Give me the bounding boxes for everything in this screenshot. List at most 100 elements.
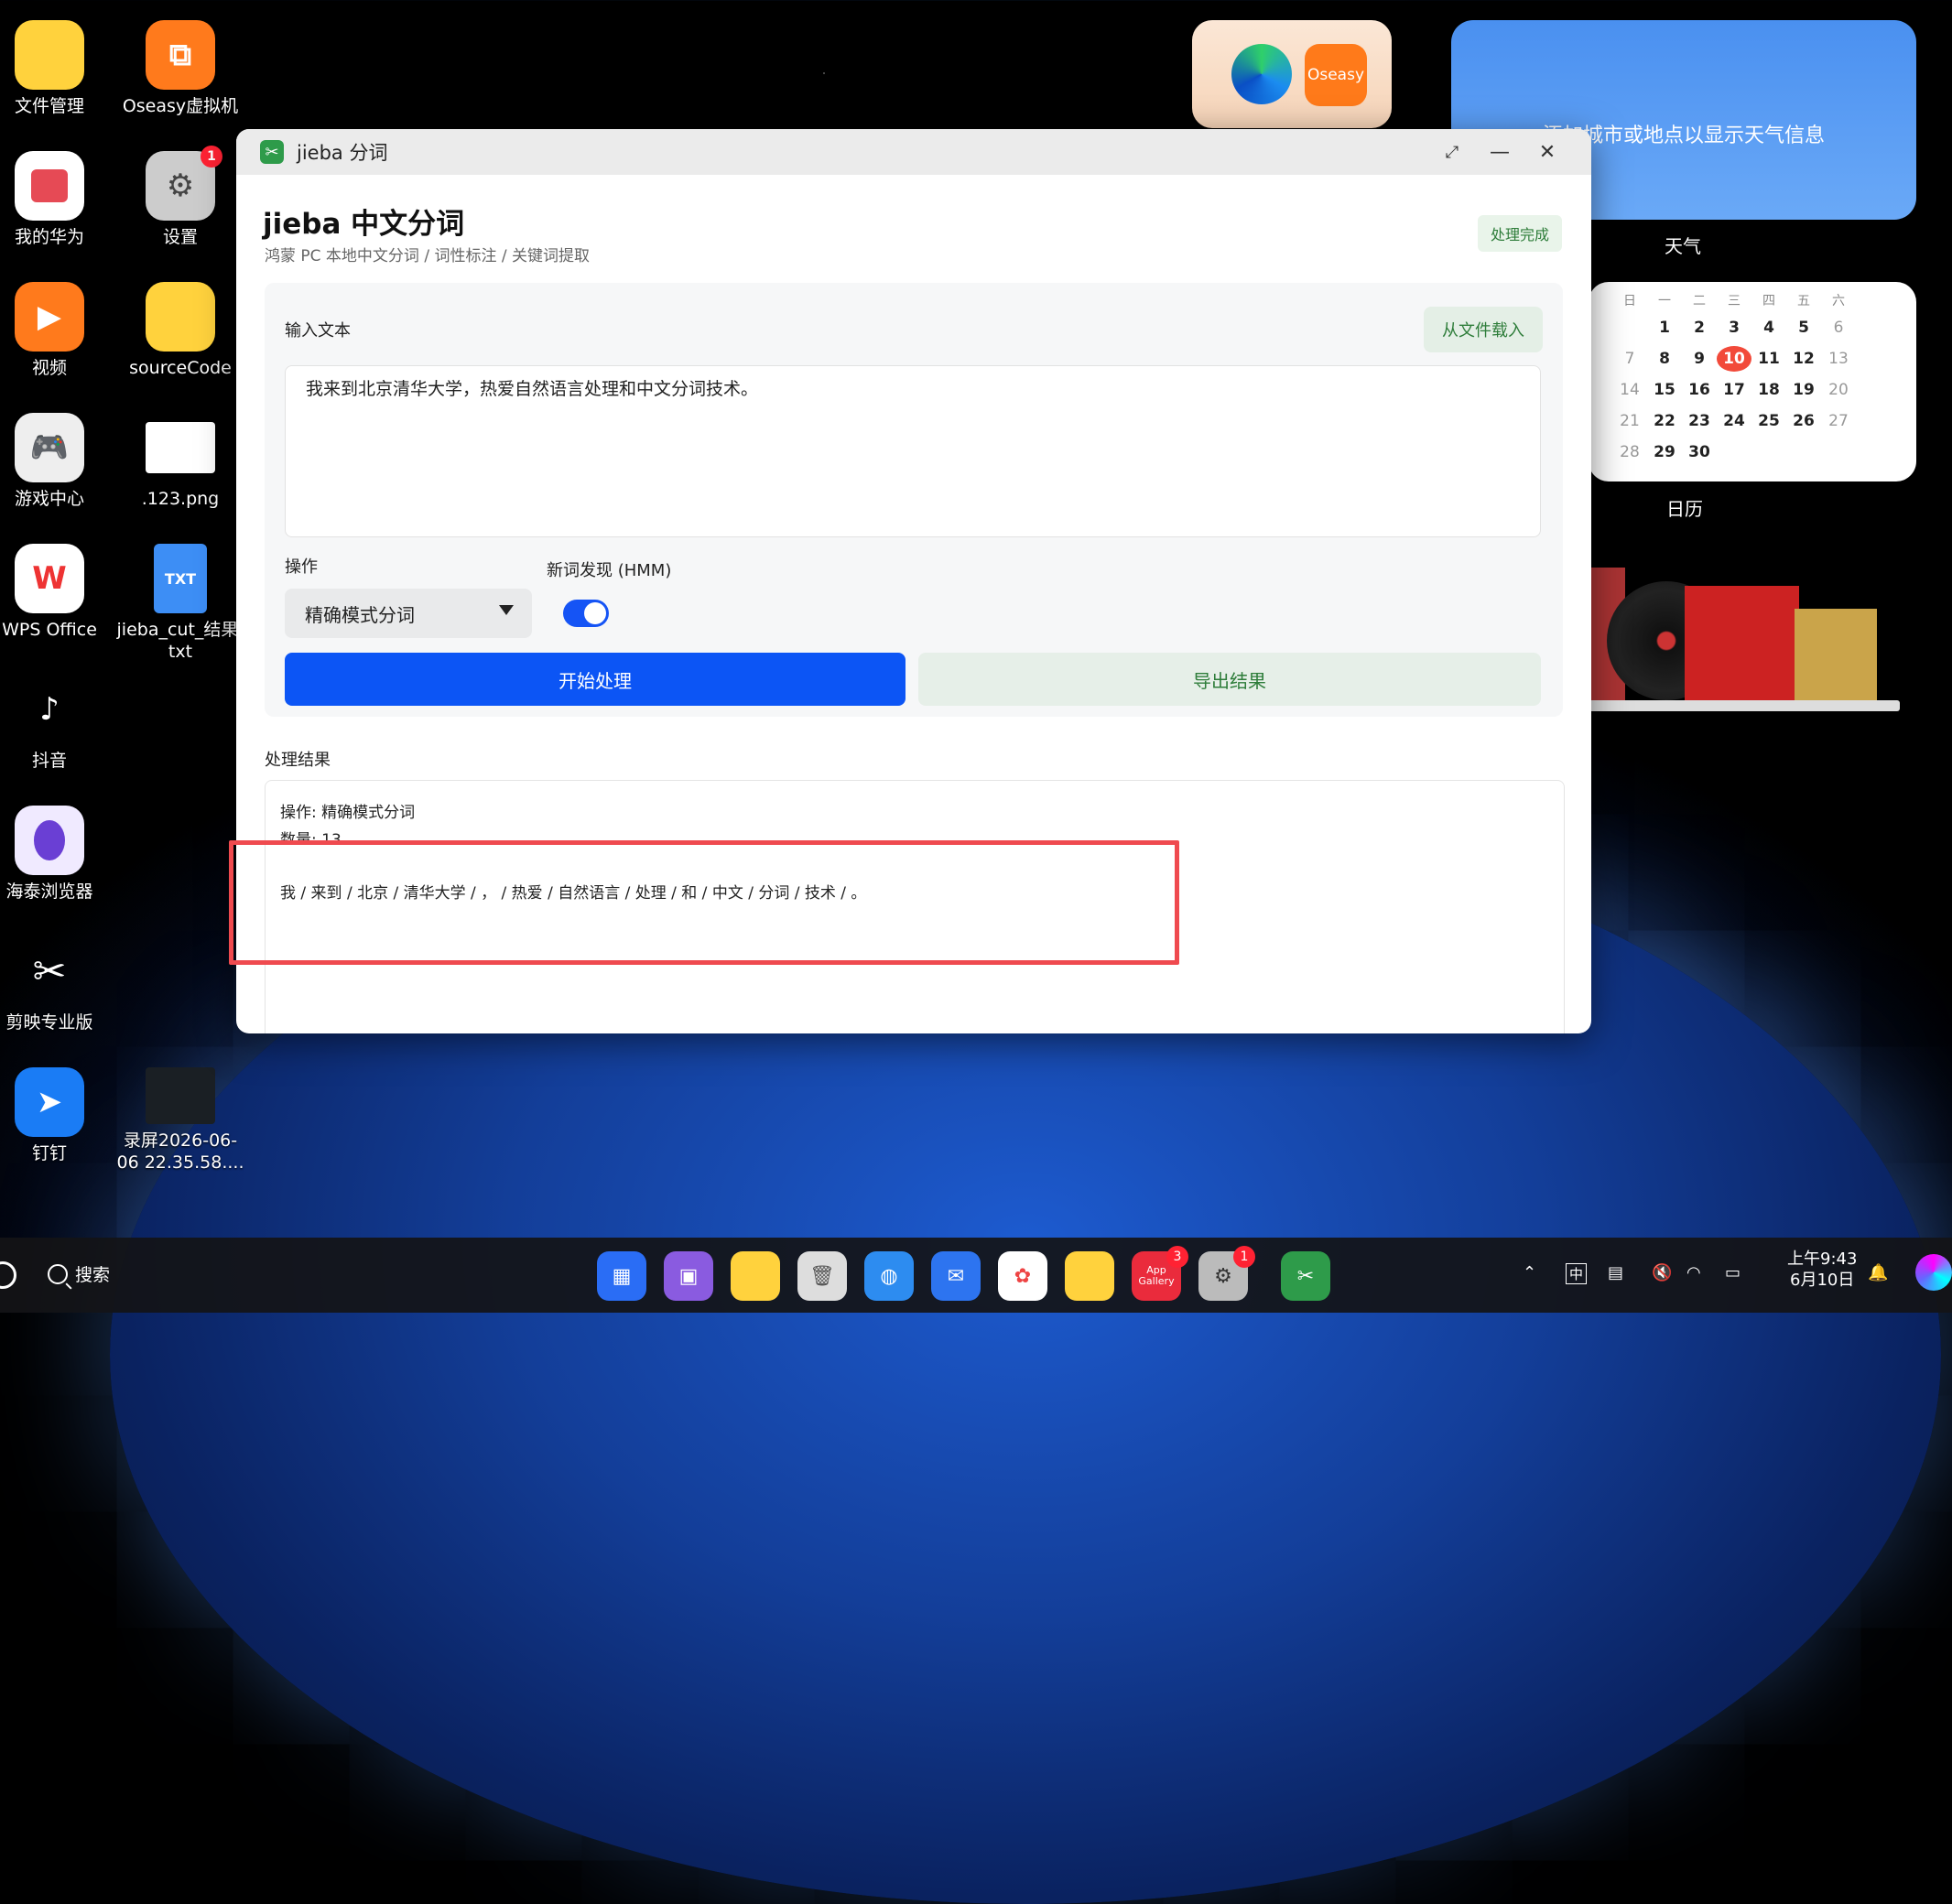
weather-label: 天气 (1665, 235, 1701, 257)
calendar-day[interactable]: 13 (1821, 346, 1856, 372)
desktop-icon-my-huawei[interactable]: 我的华为 (0, 151, 114, 248)
calendar-day[interactable]: 29 (1647, 439, 1682, 465)
operation-select[interactable]: 精确模式分词 (285, 589, 532, 638)
calendar-day[interactable]: 10 (1717, 346, 1751, 372)
calendar-day[interactable]: 15 (1647, 377, 1682, 403)
calendar-day[interactable]: 21 (1612, 408, 1647, 434)
time: 上午9:43 (1787, 1250, 1858, 1269)
calendar-day[interactable]: 11 (1751, 346, 1786, 372)
calendar-widget[interactable]: 日一二三四五六 1 2 3 4 5 6 7 8 9 10 11 12 13 14 15 16 17 18 19 20 21… (1589, 282, 1916, 481)
image-file-icon (146, 422, 215, 473)
minimize-button[interactable]: — (1483, 138, 1516, 166)
desktop-icon-wps[interactable]: W WPS Office (0, 544, 114, 641)
browser-dock-icon[interactable]: ◍ (864, 1251, 914, 1301)
huawei-icon (15, 151, 84, 221)
desktop-icon-jieba-result-txt[interactable]: TXT jieba_cut_结果.txt (116, 544, 244, 663)
notes-icon[interactable] (1065, 1251, 1114, 1301)
calendar-day[interactable]: 8 (1647, 346, 1682, 372)
calendar-day[interactable]: 25 (1751, 408, 1786, 434)
app-gallery-label: App Gallery (1138, 1264, 1175, 1287)
assistant-icon[interactable] (1915, 1254, 1952, 1291)
calendar-day[interactable]: 27 (1821, 408, 1856, 434)
calendar-day[interactable]: 4 (1751, 315, 1786, 341)
volume-mute-icon[interactable]: 🔇 (1652, 1263, 1672, 1282)
desktop-icon-files[interactable]: 文件管理 (0, 20, 114, 117)
calendar-label: 日历 (1666, 498, 1703, 520)
calendar-weekday: 三 (1728, 294, 1741, 308)
calendar-day[interactable]: 3 (1717, 315, 1751, 341)
title-bar[interactable]: ✂ jieba 分词 ⤢ — ✕ (236, 129, 1591, 175)
taskbar-search[interactable]: 搜索 (48, 1261, 110, 1286)
calendar-day[interactable]: 22 (1647, 408, 1682, 434)
wifi-icon[interactable]: ◠ (1686, 1263, 1701, 1282)
status-badge: 处理完成 (1477, 215, 1562, 252)
desktop-icon-settings[interactable]: ⚙ 1 设置 (116, 146, 244, 248)
desktop-icon-browser[interactable]: 海泰浏览器 (0, 806, 114, 903)
album-cover (1685, 586, 1799, 700)
desktop-icon-capcut[interactable]: ✂ 剪映专业版 (0, 936, 114, 1033)
clock[interactable]: 上午9:43 6月10日 (1787, 1249, 1857, 1291)
calendar-day[interactable]: 30 (1682, 439, 1717, 465)
calendar-day[interactable]: 17 (1717, 377, 1751, 403)
album-cover (1795, 609, 1877, 700)
files-dock-icon[interactable] (731, 1251, 780, 1301)
calendar-day[interactable]: 5 (1786, 315, 1821, 341)
photos-icon[interactable]: ✿ (998, 1251, 1047, 1301)
capcut-icon: ✂ (32, 947, 67, 995)
calendar-day[interactable]: 23 (1682, 408, 1717, 434)
calendar-day[interactable]: 9 (1682, 346, 1717, 372)
edge-browser-icon[interactable] (1231, 44, 1292, 104)
calendar-day[interactable]: 1 (1647, 315, 1682, 341)
calendar-day[interactable]: 24 (1717, 408, 1751, 434)
calendar-day[interactable]: 2 (1682, 315, 1717, 341)
notification-badge: 1 (201, 146, 222, 168)
calendar-day[interactable]: 7 (1612, 346, 1647, 372)
close-button[interactable]: ✕ (1531, 138, 1564, 166)
maximize-button[interactable]: ⤢ (1436, 138, 1469, 166)
desktop-icon-dingtalk[interactable]: ➤ 钉钉 (0, 1067, 114, 1164)
search-icon (48, 1263, 68, 1284)
calendar-day[interactable]: 26 (1786, 408, 1821, 434)
calendar-day[interactable]: 12 (1786, 346, 1821, 372)
calendar-weekday: 二 (1693, 294, 1706, 308)
app-launcher-icon[interactable]: ▦ (597, 1251, 646, 1301)
clipboard-icon[interactable]: ▤ (1608, 1263, 1623, 1282)
start-icon[interactable] (0, 1261, 16, 1289)
multitask-icon[interactable]: ▣ (664, 1251, 713, 1301)
load-from-file-button[interactable]: 从文件载入 (1424, 307, 1543, 352)
desktop-icon-video[interactable]: ▶ 视频 (0, 282, 114, 379)
search-label: 搜索 (75, 1265, 111, 1285)
wps-icon: W (15, 544, 84, 613)
calendar-day[interactable]: 18 (1751, 377, 1786, 403)
app-gallery-icon[interactable]: App Gallery 3 (1132, 1246, 1188, 1301)
input-method-indicator[interactable]: 中 (1566, 1263, 1588, 1284)
calendar-day[interactable]: 6 (1821, 315, 1856, 341)
calendar-day[interactable]: 28 (1612, 439, 1647, 465)
notification-bell-icon[interactable]: 🔔 (1868, 1263, 1888, 1282)
desktop-icon-douyin[interactable]: ♪ 抖音 (0, 675, 114, 772)
battery-icon[interactable]: ▭ (1725, 1263, 1741, 1282)
start-process-button[interactable]: 开始处理 (285, 653, 906, 706)
desktop-icon-123-png[interactable]: .123.png (116, 413, 244, 510)
desktop-icon-game-center[interactable]: 🎮 游戏中心 (0, 413, 114, 510)
desktop-icon-sourcecode[interactable]: sourceCode (116, 282, 244, 379)
trash-icon[interactable]: 🗑 (797, 1251, 847, 1301)
calendar-day (1612, 315, 1647, 341)
calendar-day[interactable]: 19 (1786, 377, 1821, 403)
mail-icon[interactable]: ✉ (931, 1251, 981, 1301)
calendar-day[interactable]: 20 (1821, 377, 1856, 403)
desktop-icon-oseasy-vm[interactable]: ⧉ Oseasy虚拟机 (116, 20, 244, 117)
hmm-toggle[interactable] (563, 600, 609, 627)
chevron-up-icon[interactable]: ⌃ (1523, 1263, 1536, 1282)
jieba-dock-icon[interactable]: ✂ (1281, 1251, 1330, 1301)
taskbar: 搜索 ▦ ▣ 🗑 ◍ ✉ ✿ App Gallery 3 ⚙ 1 ✂ ⌃ 中 ▤… (0, 1238, 1952, 1313)
desktop-icon-screen-recording[interactable]: 录屏2026-06-06 22.35.58.... (116, 1067, 244, 1174)
oseasy-app-icon[interactable]: Oseasy (1305, 44, 1367, 106)
input-label: 输入文本 (285, 321, 351, 341)
input-textarea[interactable]: 我来到北京清华大学，热爱自然语言处理和中文分词技术。 (285, 365, 1541, 537)
calendar-day[interactable]: 14 (1612, 377, 1647, 403)
calendar-day[interactable]: 16 (1682, 377, 1717, 403)
music-widget[interactable] (1589, 563, 1900, 711)
settings-dock-icon[interactable]: ⚙ 1 (1198, 1246, 1255, 1301)
export-results-button[interactable]: 导出结果 (918, 653, 1541, 706)
